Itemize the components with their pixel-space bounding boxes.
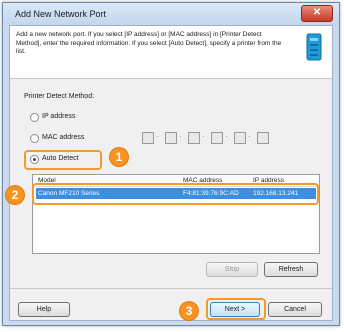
callout-badge-3: 3 bbox=[180, 302, 198, 320]
mac-field-5[interactable] bbox=[234, 132, 246, 144]
callout-badge-2: 2 bbox=[6, 186, 24, 204]
button-divider bbox=[10, 288, 332, 289]
title-bar[interactable]: Add New Network Port ✕ bbox=[3, 3, 339, 25]
mac-field-4[interactable] bbox=[211, 132, 223, 144]
dialog-window: Add New Network Port ✕ Add a new network… bbox=[2, 2, 340, 326]
row-highlight bbox=[32, 183, 319, 205]
next-button[interactable]: Next > bbox=[210, 302, 260, 317]
header-description: Add a new network port. If you select [I… bbox=[16, 31, 282, 55]
mac-field-3[interactable] bbox=[188, 132, 200, 144]
mac-field-6[interactable] bbox=[257, 132, 269, 144]
mac-field-2[interactable] bbox=[165, 132, 177, 144]
mac-address-radio[interactable] bbox=[30, 134, 39, 143]
ip-address-radio[interactable] bbox=[30, 113, 39, 122]
help-button[interactable]: Help bbox=[18, 302, 70, 317]
callout-badge-1: 1 bbox=[110, 148, 128, 166]
stop-button[interactable]: Stop bbox=[206, 262, 258, 277]
mac-field-1[interactable] bbox=[142, 132, 154, 144]
printer-port-icon bbox=[304, 32, 324, 67]
dialog-header: Add a new network port. If you select [I… bbox=[10, 26, 332, 79]
close-button[interactable]: ✕ bbox=[301, 5, 333, 22]
window-title: Add New Network Port bbox=[15, 9, 107, 19]
cancel-button[interactable]: Cancel bbox=[268, 302, 322, 317]
auto-detect-radio[interactable] bbox=[30, 155, 39, 164]
ip-address-label[interactable]: IP address bbox=[42, 113, 75, 120]
detect-method-label: Printer Detect Method: bbox=[24, 93, 95, 100]
refresh-button[interactable]: Refresh bbox=[264, 262, 318, 277]
auto-detect-label[interactable]: Auto Detect bbox=[42, 155, 79, 162]
dialog-body: Add a new network port. If you select [I… bbox=[9, 25, 333, 321]
mac-address-label[interactable]: MAC address bbox=[42, 134, 84, 141]
